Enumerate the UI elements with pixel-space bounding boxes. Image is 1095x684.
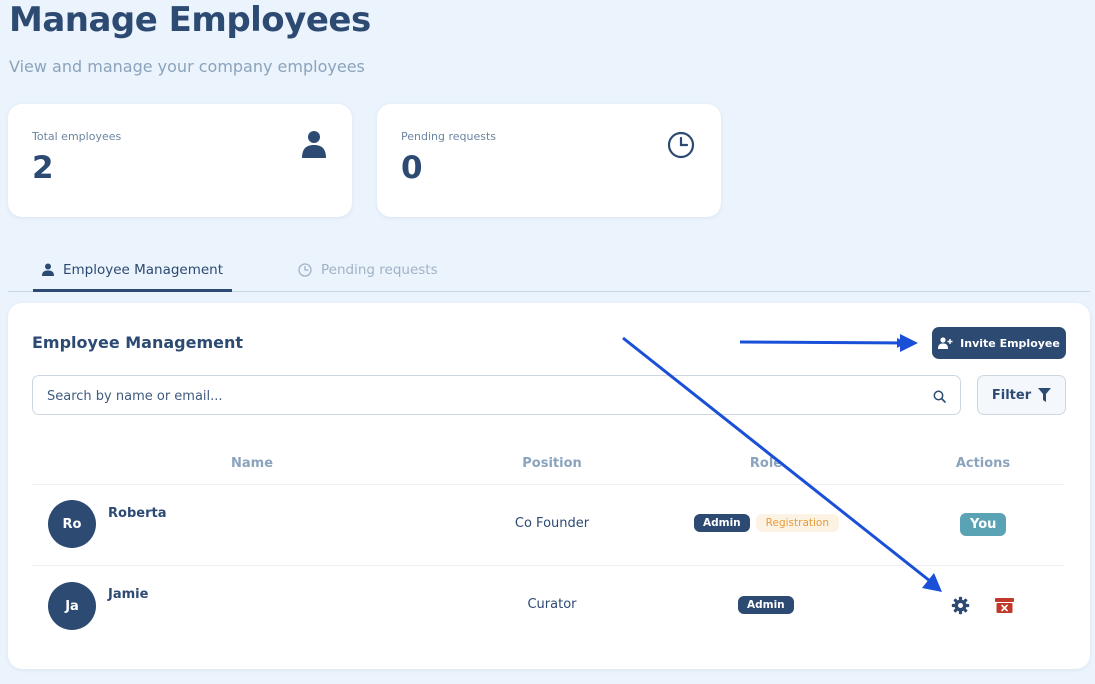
employee-name: Roberta (108, 506, 167, 521)
column-header-name: Name (230, 456, 274, 471)
employee-management-panel: Employee Management Invite Employee Filt… (8, 303, 1090, 669)
employee-position: Co Founder (514, 516, 590, 531)
panel-title: Employee Management (32, 333, 244, 352)
clock-icon (667, 131, 695, 163)
you-badge: You (960, 513, 1007, 536)
invite-employee-button[interactable]: Invite Employee (932, 327, 1066, 359)
page-title: Manage Employees (9, 0, 371, 40)
stat-value: 2 (32, 150, 54, 186)
tab-label: Employee Management (62, 261, 224, 278)
column-header-position: Position (522, 456, 582, 471)
stat-value: 0 (401, 150, 423, 186)
role-badge-admin: Admin (694, 514, 750, 532)
gear-icon[interactable] (951, 596, 970, 619)
invite-employee-label: Invite Employee (960, 336, 1060, 350)
role-cell: Admin (738, 596, 794, 614)
clock-icon (298, 262, 312, 277)
add-user-icon (938, 337, 953, 349)
page-subtitle: View and manage your company employees (9, 57, 365, 76)
employee-position: Curator (527, 597, 577, 612)
divider (32, 565, 1064, 566)
stat-label: Total employees (32, 130, 122, 143)
stat-label: Pending requests (401, 130, 497, 143)
role-cell: Admin Registration (694, 514, 839, 532)
column-header-actions: Actions (955, 456, 1011, 471)
column-header-role: Role (749, 456, 783, 471)
tab-pending-requests[interactable]: Pending requests (298, 250, 438, 289)
user-icon (302, 130, 326, 162)
role-badge-registration: Registration (755, 514, 839, 532)
employee-name: Jamie (108, 587, 149, 602)
user-icon (41, 263, 54, 276)
pending-requests-card: Pending requests 0 (377, 104, 721, 217)
total-employees-card: Total employees 2 (8, 104, 352, 217)
tab-bar: Employee Management Pending requests (8, 250, 1090, 292)
search-input[interactable] (45, 376, 919, 416)
avatar: Ro (48, 500, 96, 548)
divider (32, 484, 1064, 485)
search-icon[interactable] (933, 388, 946, 407)
search-box (32, 375, 961, 416)
delete-icon[interactable] (995, 598, 1014, 617)
tab-label: Pending requests (321, 261, 438, 278)
filter-button[interactable]: Filter (977, 375, 1066, 415)
filter-label: Filter (991, 387, 1032, 403)
role-badge-admin: Admin (738, 596, 794, 614)
avatar: Ja (48, 582, 96, 630)
tab-employee-management[interactable]: Employee Management (33, 250, 232, 292)
funnel-icon (1038, 388, 1052, 402)
